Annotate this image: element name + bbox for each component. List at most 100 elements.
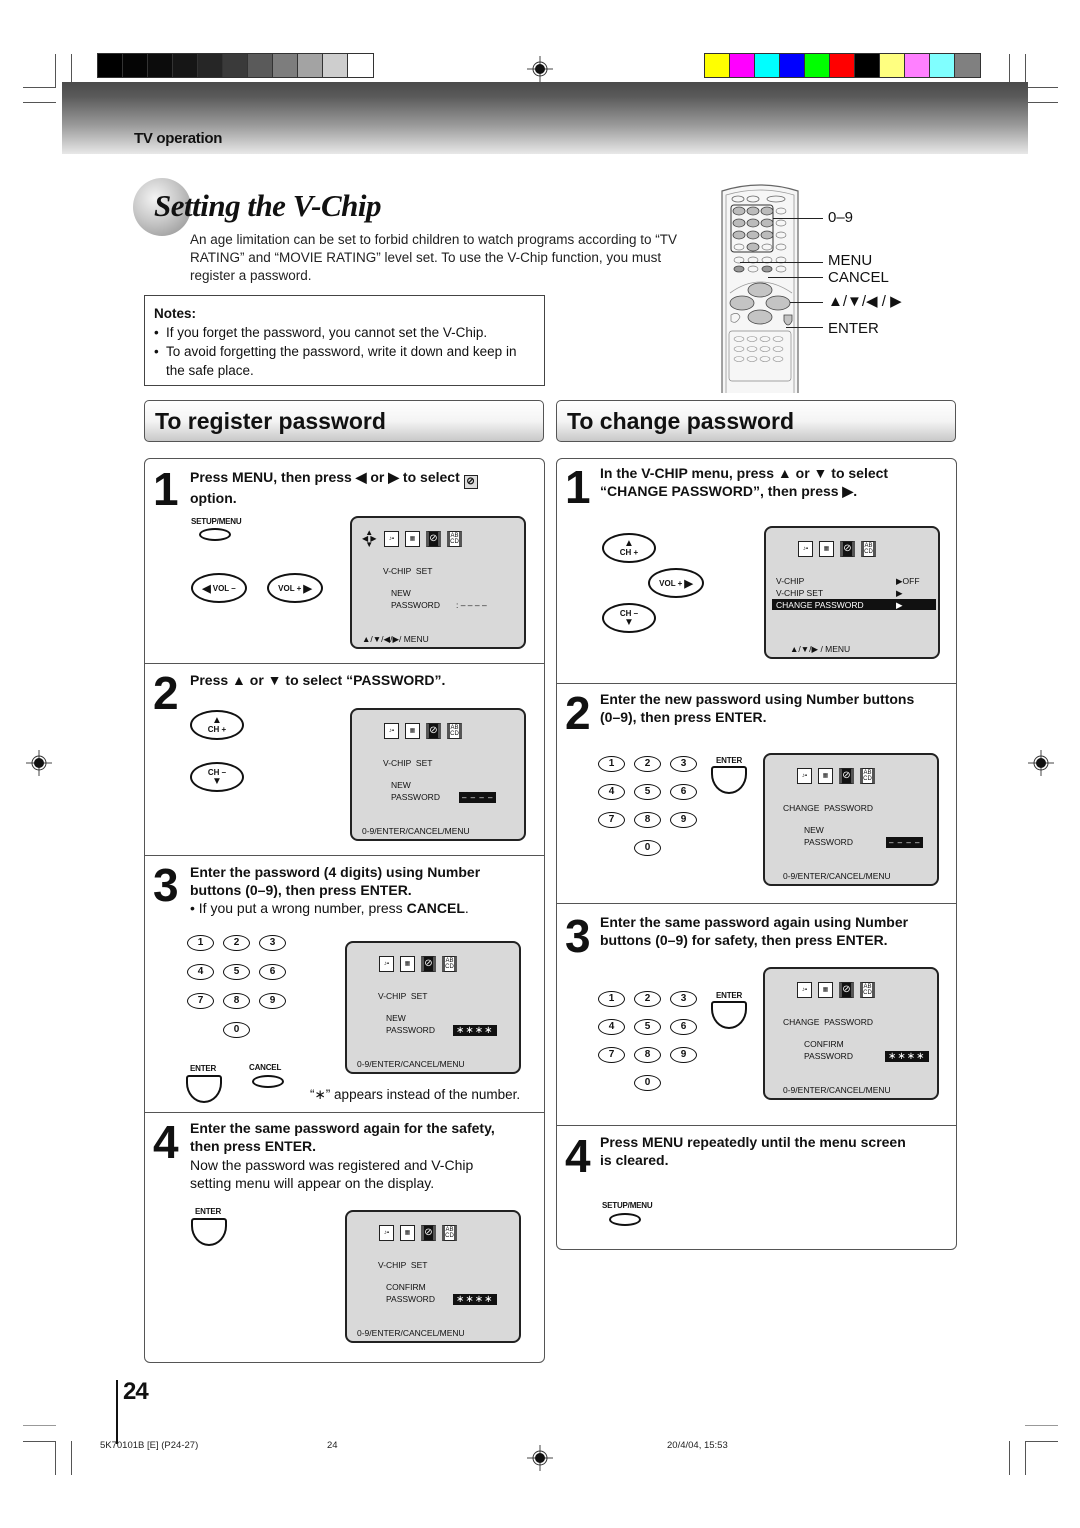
color-swatch <box>755 54 780 77</box>
number-button-0[interactable]: 0 <box>634 840 661 856</box>
number-button-6[interactable]: 6 <box>670 1019 697 1035</box>
ch-minus-button[interactable]: CH – ▼ <box>190 762 244 792</box>
number-button-3[interactable]: 3 <box>259 935 286 951</box>
color-swatch <box>855 54 880 77</box>
crop-mark <box>23 1441 56 1442</box>
tv-screen: ♪▪ ▦ ⊘ AB CD V-CHIP SET CONFIRM PASSWORD… <box>345 1210 521 1343</box>
callout-line <box>786 327 823 328</box>
crop-mark <box>71 1441 72 1475</box>
number-button-6[interactable]: 6 <box>259 964 286 980</box>
number-button-0[interactable]: 0 <box>223 1022 250 1038</box>
audio-icon: ♪▪ <box>384 531 399 547</box>
ch-minus-button[interactable]: CH – ▼ <box>602 603 656 633</box>
right-arrow-icon: ▶ <box>684 577 693 590</box>
number-button-5[interactable]: 5 <box>634 784 661 800</box>
vol-plus-button[interactable]: VOL + ▶ <box>648 568 704 598</box>
password-field: ∗∗∗∗ <box>453 1294 497 1305</box>
screen-title: V-CHIP SET <box>378 1260 428 1270</box>
remote-label-digits: 0–9 <box>828 209 854 226</box>
step-number: 3 <box>565 910 591 962</box>
lock-icon: ⊘ <box>839 982 854 998</box>
screen-line2: PASSWORD <box>386 1025 435 1035</box>
number-button-8[interactable]: 8 <box>634 1047 661 1063</box>
number-button-2[interactable]: 2 <box>634 991 661 1007</box>
number-button-2[interactable]: 2 <box>223 935 250 951</box>
number-button-3[interactable]: 3 <box>670 991 697 1007</box>
menu-row-label: V-CHIP <box>776 576 805 586</box>
grid-icon: ▦ <box>819 541 834 557</box>
footer-date: 20/4/04, 15:53 <box>667 1440 728 1451</box>
number-button-7[interactable]: 7 <box>187 993 214 1009</box>
number-button-0[interactable]: 0 <box>634 1075 661 1091</box>
step-divider <box>557 1125 956 1126</box>
right-arrow-icon: ▶ <box>303 582 312 595</box>
number-button-1[interactable]: 1 <box>598 991 625 1007</box>
step-instruction: Press MENU, then press ◀ or ▶ to select … <box>190 468 530 507</box>
number-button-7[interactable]: 7 <box>598 1047 625 1063</box>
step-instruction: Enter the same password again for the sa… <box>190 1120 495 1154</box>
registration-mark-icon <box>527 56 553 82</box>
language-icon: AB CD <box>861 541 876 557</box>
crop-mark <box>1009 1441 1010 1475</box>
language-icon: AB CD <box>442 956 457 972</box>
color-swatch <box>955 54 980 77</box>
number-button-1[interactable]: 1 <box>598 756 625 772</box>
crop-mark <box>55 54 56 88</box>
enter-label: ENTER <box>716 991 743 1000</box>
change-password-heading: To change password <box>556 400 956 442</box>
menu-icons: ♪▪ ▦ ⊘ AB CD <box>379 956 457 972</box>
number-button-9[interactable]: 9 <box>670 1047 697 1063</box>
screen-hint: ▲/▼/◀/▶/ MENU <box>362 634 429 644</box>
vol-plus-button[interactable]: VOL + ▶ <box>267 573 323 603</box>
number-button-9[interactable]: 9 <box>259 993 286 1009</box>
audio-icon: ♪▪ <box>379 956 394 972</box>
number-button-7[interactable]: 7 <box>598 812 625 828</box>
screen-line1: NEW <box>386 1013 406 1023</box>
color-swatch <box>348 54 373 77</box>
asterisk-footnote: “∗” appears instead of the number. <box>310 1087 521 1102</box>
ch-plus-button[interactable]: ▲ CH + <box>190 710 244 740</box>
setup-menu-button[interactable] <box>609 1213 641 1226</box>
note-item: • If you forget the password, you cannot … <box>154 325 488 340</box>
menu-icons: ♪▪ ▦ ⊘ AB CD <box>797 768 875 784</box>
remote-control-illustration <box>721 184 799 393</box>
number-button-8[interactable]: 8 <box>634 812 661 828</box>
lock-icon: ⊘ <box>426 723 441 739</box>
setup-menu-button[interactable] <box>199 528 231 541</box>
number-button-2[interactable]: 2 <box>634 756 661 772</box>
direction-pad-icon: ▲ ◀ ▶ ▼ <box>362 528 377 549</box>
screen-title: CHANGE PASSWORD <box>783 1017 874 1027</box>
tv-screen: ♪▪ ▦ ⊘ AB CD V-CHIP ▶OFF V-CHIP SET ▶ CH… <box>764 526 940 659</box>
number-button-4[interactable]: 4 <box>598 784 625 800</box>
screen-hint: 0-9/ENTER/CANCEL/MENU <box>783 871 891 881</box>
step-instruction: Press MENU repeatedly until the menu scr… <box>600 1134 906 1168</box>
remote-label-menu: MENU <box>828 252 873 269</box>
number-button-4[interactable]: 4 <box>598 1019 625 1035</box>
ch-plus-button[interactable]: ▲ CH + <box>602 533 656 563</box>
registration-mark-icon <box>26 750 52 776</box>
vol-minus-button[interactable]: ◀ VOL – <box>191 573 247 603</box>
step-note: Now the password was registered and V-Ch… <box>190 1157 474 1191</box>
menu-icons: ♪▪ ▦ ⊘ AB CD <box>797 982 875 998</box>
number-button-8[interactable]: 8 <box>223 993 250 1009</box>
cancel-button[interactable] <box>252 1075 284 1088</box>
number-button-5[interactable]: 5 <box>223 964 250 980</box>
color-swatch <box>173 54 198 77</box>
gray-scale-bar <box>97 53 374 78</box>
screen-hint: 0-9/ENTER/CANCEL/MENU <box>357 1328 465 1338</box>
color-swatch <box>148 54 173 77</box>
audio-icon: ♪▪ <box>798 541 813 557</box>
number-button-6[interactable]: 6 <box>670 784 697 800</box>
color-swatch <box>248 54 273 77</box>
number-button-3[interactable]: 3 <box>670 756 697 772</box>
number-button-1[interactable]: 1 <box>187 935 214 951</box>
number-button-9[interactable]: 9 <box>670 812 697 828</box>
register-password-heading: To register password <box>144 400 544 442</box>
menu-icons: ♪▪ ▦ ⊘ AB CD <box>384 723 462 739</box>
color-swatch <box>930 54 955 77</box>
number-button-4[interactable]: 4 <box>187 964 214 980</box>
grid-icon: ▦ <box>818 982 833 998</box>
screen-line1: NEW <box>391 780 411 790</box>
number-button-5[interactable]: 5 <box>634 1019 661 1035</box>
lock-icon: ⊘ <box>840 541 855 557</box>
